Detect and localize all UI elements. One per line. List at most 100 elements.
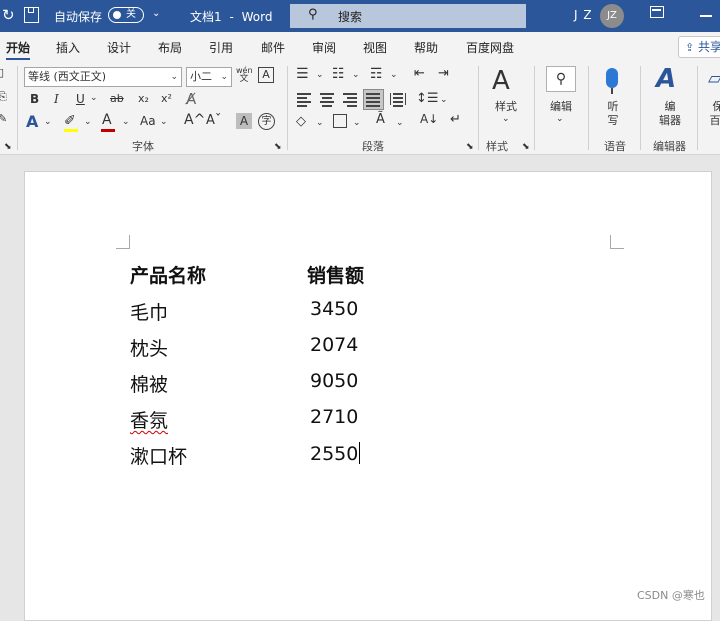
chevron-down-icon[interactable]: ⌄ — [316, 70, 324, 80]
redo-icon[interactable]: ↻ — [2, 6, 15, 24]
header-product-name[interactable]: 产品名称 — [130, 261, 206, 288]
styles-dialog-launcher-icon[interactable]: ⬊ — [522, 142, 530, 152]
subscript-button[interactable]: x₂ — [138, 92, 149, 105]
row-1-product[interactable]: 毛巾 — [130, 298, 168, 325]
sort-icon[interactable]: A↓ — [420, 112, 438, 126]
paste-icon[interactable]: ▯ — [0, 66, 4, 79]
distributed-icon[interactable] — [390, 93, 406, 107]
chevron-down-icon[interactable]: ⌄ — [160, 117, 168, 127]
baidu-save-icon[interactable]: ▱ — [708, 68, 720, 89]
line-spacing-icon[interactable]: ↕☰ — [416, 91, 439, 106]
tab-view[interactable]: 视图 — [363, 39, 387, 56]
show-formatting-marks-icon[interactable]: ↵ — [450, 112, 461, 127]
avatar[interactable]: JZ — [600, 4, 624, 28]
chevron-down-icon[interactable]: ⌄ — [122, 117, 130, 127]
baidu-label-2[interactable]: 百 — [708, 114, 720, 127]
row-5-product[interactable]: 漱口杯 — [130, 442, 187, 469]
row-2-sales[interactable]: 2074 — [310, 334, 358, 356]
chevron-down-icon[interactable]: ⌄ — [352, 70, 360, 80]
ribbon-display-options-icon[interactable] — [650, 6, 664, 18]
tab-help[interactable]: 帮助 — [414, 39, 438, 56]
decrease-indent-icon[interactable]: ⇤ — [414, 66, 425, 81]
row-3-sales[interactable]: 9050 — [310, 370, 358, 392]
dictate-label-1[interactable]: 听 — [604, 100, 622, 113]
justify-button[interactable] — [363, 89, 384, 110]
tab-baidu-netdisk[interactable]: 百度网盘 — [466, 39, 514, 56]
clear-formatting-icon[interactable]: A̸ — [186, 90, 196, 108]
chevron-down-icon[interactable]: ⌄ — [556, 114, 564, 124]
row-2-product[interactable]: 枕头 — [130, 334, 168, 361]
chevron-down-icon[interactable]: ⌄ — [440, 95, 448, 105]
save-icon[interactable] — [24, 7, 39, 23]
chevron-down-icon[interactable]: ⌄ — [316, 118, 324, 128]
autosave-toggle[interactable]: 关 — [108, 7, 144, 23]
superscript-button[interactable]: x² — [161, 92, 172, 105]
document-canvas[interactable]: 产品名称 销售额 毛巾 3450 枕头 2074 棉被 9050 香氛 2710… — [0, 155, 720, 621]
row-5-sales[interactable]: 2550 — [310, 443, 358, 465]
tab-mailings[interactable]: 邮件 — [261, 39, 285, 56]
chevron-down-icon[interactable]: ⌄ — [90, 93, 98, 103]
share-button[interactable]: ⇪ 共享 — [678, 36, 720, 58]
tab-layout[interactable]: 布局 — [158, 39, 182, 56]
font-name-select[interactable]: 等线 (西文正文) ⌄ — [24, 67, 182, 87]
row-4-sales[interactable]: 2710 — [310, 406, 358, 428]
paragraph-dialog-launcher-icon[interactable]: ⬊ — [466, 142, 474, 152]
chevron-down-icon[interactable]: ⌄ — [152, 8, 160, 19]
increase-indent-icon[interactable]: ⇥ — [438, 66, 449, 81]
styles-icon[interactable]: A — [492, 66, 510, 96]
chevron-down-icon[interactable]: ⌄ — [84, 117, 92, 127]
font-dialog-launcher-icon[interactable]: ⬊ — [274, 142, 282, 152]
editing-button-label[interactable]: 编辑 — [542, 100, 580, 113]
copy-icon[interactable]: ⎘ — [0, 90, 7, 104]
align-left-icon[interactable] — [297, 93, 311, 107]
header-sales[interactable]: 销售额 — [307, 261, 364, 288]
tab-home[interactable]: 开始 — [6, 39, 31, 61]
font-color-icon[interactable]: A — [102, 112, 112, 128]
multilevel-list-icon[interactable]: ☶ — [370, 66, 383, 82]
character-shading-button[interactable]: A — [236, 113, 252, 129]
row-1-sales[interactable]: 3450 — [310, 298, 358, 320]
dictate-label-2[interactable]: 写 — [604, 114, 622, 127]
tab-design[interactable]: 设计 — [107, 39, 131, 56]
underline-button[interactable]: U — [76, 92, 85, 106]
editor-icon[interactable]: A — [656, 64, 676, 94]
strikethrough-button[interactable]: ab — [110, 92, 124, 105]
phonetic-guide-button[interactable]: wén 文 — [236, 66, 253, 84]
character-border-button[interactable]: A — [258, 67, 274, 83]
enclose-characters-icon[interactable]: 字 — [258, 113, 275, 130]
row-5-sales-wrap[interactable]: 2550 — [310, 442, 361, 465]
grow-font-button[interactable]: A^ — [184, 112, 205, 128]
numbering-icon[interactable]: ☷ — [332, 66, 345, 82]
highlight-icon[interactable]: ✐ — [64, 113, 76, 129]
chevron-down-icon[interactable]: ⌄ — [44, 117, 52, 127]
search-box[interactable]: ⚲ 搜索 — [290, 4, 526, 28]
row-4-product[interactable]: 香氛 — [130, 406, 168, 433]
minimize-icon[interactable] — [700, 15, 712, 17]
borders-icon[interactable] — [333, 114, 347, 128]
font-size-select[interactable]: 小二 ⌄ — [186, 67, 232, 87]
tab-insert[interactable]: 插入 — [56, 39, 80, 56]
chevron-down-icon[interactable]: ⌄ — [390, 70, 398, 80]
text-effects-icon[interactable]: A — [26, 112, 38, 131]
chevron-down-icon[interactable]: ⌄ — [396, 118, 404, 128]
editor-label-2[interactable]: 辑器 — [656, 114, 684, 127]
spell-error-word[interactable]: 香氛 — [130, 410, 168, 432]
shrink-font-button[interactable]: Aˇ — [206, 113, 221, 128]
chevron-down-icon[interactable]: ⌄ — [502, 114, 510, 124]
microphone-icon[interactable] — [606, 68, 618, 88]
align-center-icon[interactable] — [320, 93, 334, 107]
find-icon[interactable]: ⚲ — [546, 66, 576, 92]
change-case-button[interactable]: Aa — [140, 114, 156, 128]
row-3-product[interactable]: 棉被 — [130, 370, 168, 397]
baidu-label-1[interactable]: 保 — [712, 100, 720, 113]
document-page[interactable]: 产品名称 销售额 毛巾 3450 枕头 2074 棉被 9050 香氛 2710… — [24, 171, 712, 621]
tab-review[interactable]: 审阅 — [312, 39, 336, 56]
align-right-icon[interactable] — [343, 93, 357, 107]
asian-layout-icon[interactable]: Ã — [376, 112, 385, 127]
format-painter-icon[interactable]: ✎ — [0, 112, 7, 125]
italic-button[interactable]: I — [54, 92, 59, 106]
tab-references[interactable]: 引用 — [209, 39, 233, 56]
chevron-down-icon[interactable]: ⌄ — [353, 118, 361, 128]
bold-button[interactable]: B — [30, 92, 39, 106]
clipboard-launcher-icon[interactable]: ⬊ — [4, 142, 12, 152]
